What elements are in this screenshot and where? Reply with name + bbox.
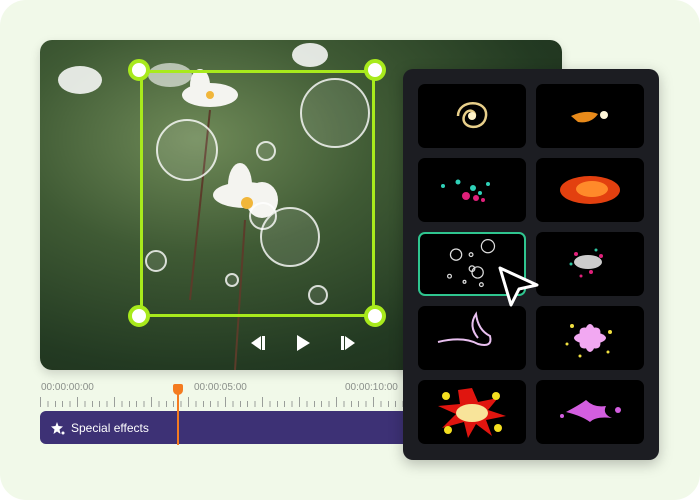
special-effects-track[interactable]: Special effects bbox=[40, 411, 410, 444]
resize-handle-top-left[interactable] bbox=[128, 59, 150, 81]
sparkle-icon bbox=[51, 421, 65, 434]
effect-fire-explosion[interactable] bbox=[536, 158, 644, 222]
selection-box[interactable] bbox=[140, 70, 375, 317]
next-frame-button[interactable] bbox=[338, 333, 358, 353]
effect-pink-flower[interactable] bbox=[536, 306, 644, 370]
play-icon bbox=[297, 335, 310, 351]
track-label: Special effects bbox=[71, 420, 149, 435]
resize-handle-bottom-left[interactable] bbox=[128, 305, 150, 327]
play-button[interactable] bbox=[293, 333, 313, 353]
timeline-ruler[interactable] bbox=[40, 397, 405, 407]
timecode-label: 00:00:00:00 bbox=[41, 382, 94, 393]
effect-golden-swirl[interactable] bbox=[418, 84, 526, 148]
resize-handle-bottom-right[interactable] bbox=[364, 305, 386, 327]
step-back-icon bbox=[251, 336, 265, 350]
mouse-cursor-icon bbox=[498, 266, 539, 307]
step-forward-icon bbox=[341, 336, 355, 350]
effect-light-trail[interactable] bbox=[418, 306, 526, 370]
effect-glitter-burst[interactable] bbox=[536, 232, 644, 296]
timecode-label: 00:00:05:00 bbox=[194, 382, 247, 393]
effect-teal-pink-particles[interactable] bbox=[418, 158, 526, 222]
effect-purple-splash[interactable] bbox=[536, 380, 644, 444]
timecode-label: 00:00:10:00 bbox=[345, 382, 398, 393]
playhead-handle[interactable] bbox=[173, 384, 183, 395]
previous-frame-button[interactable] bbox=[248, 333, 268, 353]
playhead-line[interactable] bbox=[177, 392, 179, 445]
effect-comic-explosion[interactable] bbox=[418, 380, 526, 444]
effect-fire-spark[interactable] bbox=[536, 84, 644, 148]
resize-handle-top-right[interactable] bbox=[364, 59, 386, 81]
